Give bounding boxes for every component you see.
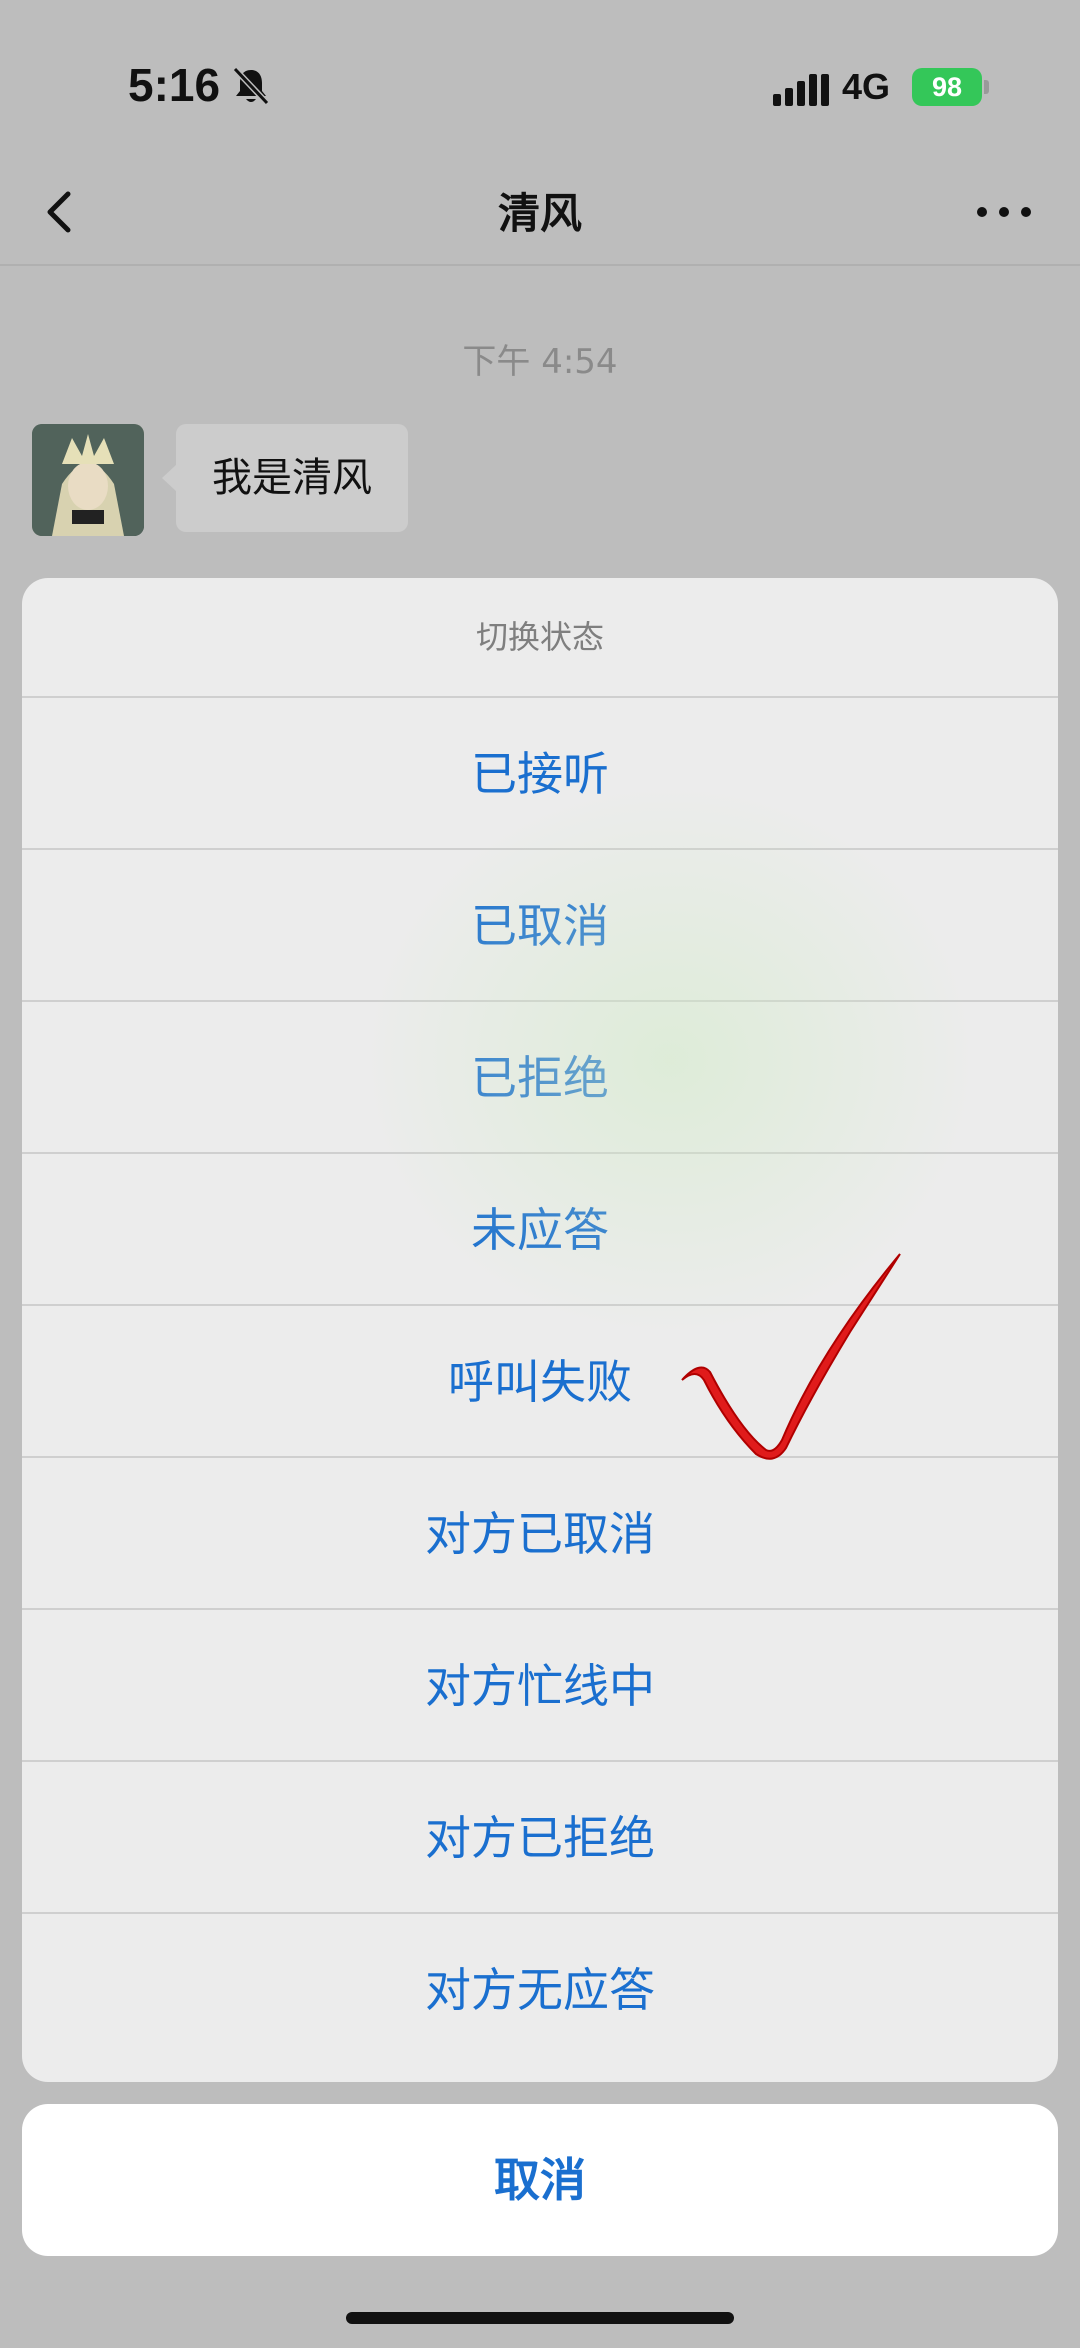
home-indicator[interactable]	[346, 2312, 734, 2324]
option-peer-cancelled[interactable]: 对方已取消	[22, 1458, 1058, 1610]
network-type: 4G	[842, 66, 891, 107]
cancel-button[interactable]: 取消	[22, 2104, 1058, 2256]
bell-off-icon	[232, 66, 270, 106]
option-answered[interactable]: 已接听	[22, 698, 1058, 850]
check-mark-icon	[681, 1253, 901, 1460]
option-peer-busy[interactable]: 对方忙线中	[22, 1610, 1058, 1762]
chat-timestamp: 下午 4:54	[462, 342, 618, 382]
option-peer-no-answer[interactable]: 对方无应答	[22, 1914, 1058, 2066]
status-time: 5:16	[128, 59, 221, 111]
message-bubble[interactable]: 我是清风	[176, 424, 408, 532]
bubble-tail	[162, 464, 177, 492]
battery-cap	[984, 80, 989, 94]
more-icon[interactable]	[976, 200, 1032, 224]
option-peer-declined[interactable]: 对方已拒绝	[22, 1762, 1058, 1914]
signal-icon	[773, 74, 829, 106]
status-bar: 5:16 4G 98	[0, 0, 1080, 170]
nav-bar: 清风	[0, 170, 1080, 266]
battery-indicator: 98	[912, 68, 982, 106]
avatar[interactable]	[32, 424, 144, 536]
page-title: 清风	[497, 189, 582, 238]
action-sheet-title: 切换状态	[22, 578, 1058, 698]
option-declined[interactable]: 已拒绝	[22, 1002, 1058, 1154]
option-cancelled[interactable]: 已取消	[22, 850, 1058, 1002]
